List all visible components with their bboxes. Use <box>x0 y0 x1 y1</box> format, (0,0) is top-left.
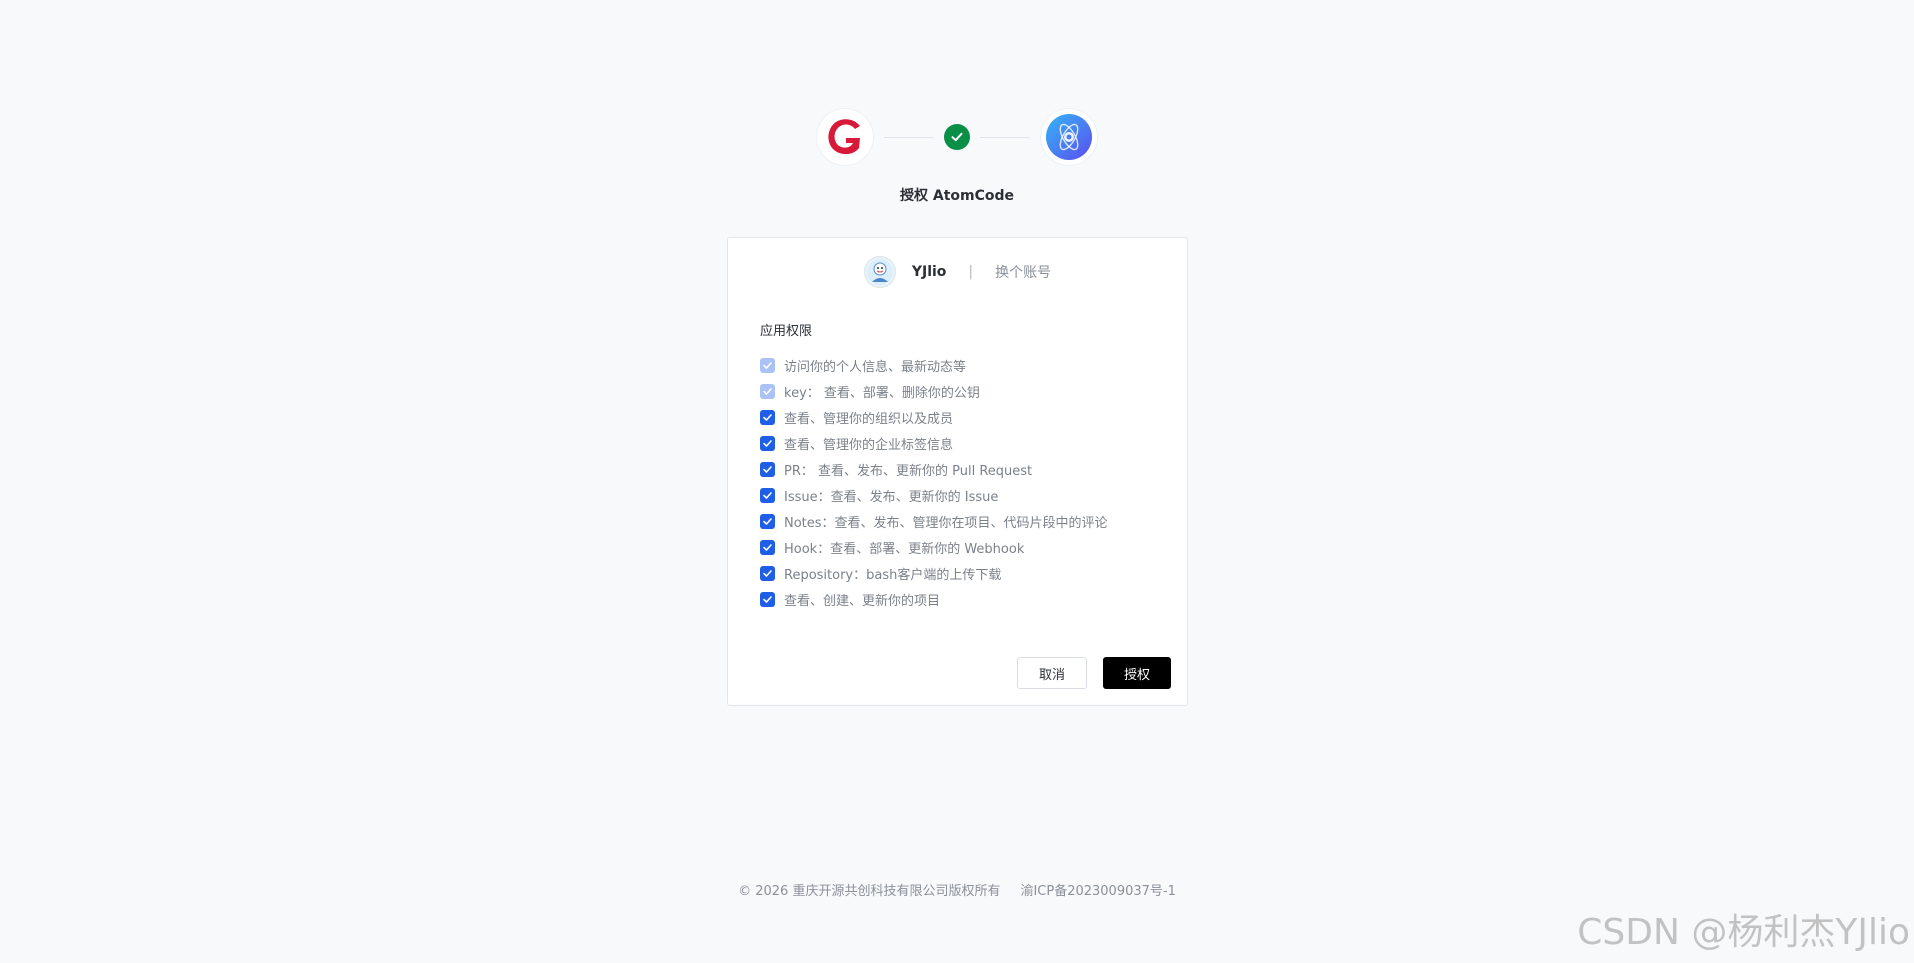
permission-checkbox <box>760 383 775 399</box>
permission-checkbox[interactable] <box>760 461 775 477</box>
permissions-list: 访问你的个人信息、最新动态等 key： 查看、部署、删除你的公钥 查看、管理你的… <box>760 352 1108 612</box>
account-row: YJlio | 换个账号 <box>728 256 1187 288</box>
connector-line-right <box>980 136 1030 138</box>
switch-account-link[interactable]: 换个账号 <box>995 262 1051 282</box>
avatar <box>863 256 896 288</box>
page-title: 授权 AtomCode <box>899 188 1015 204</box>
oauth-authorize-page: 授权 AtomCode YJlio | 换个账号 应用权限 访问你的个人信息、最… <box>0 0 1914 963</box>
permission-label: Issue：查看、发布、更新你的 Issue <box>784 489 999 505</box>
permission-checkbox[interactable] <box>760 513 775 529</box>
permission-item[interactable]: 查看、创建、更新你的项目 <box>760 586 1108 612</box>
permission-label: Notes：查看、发布、管理你在项目、代码片段中的评论 <box>784 515 1108 531</box>
cancel-button[interactable]: 取消 <box>1017 657 1087 689</box>
footer: © 2026 重庆开源共创科技有限公司版权所有 渝ICP备2023009037号… <box>0 880 1914 899</box>
permission-checkbox[interactable] <box>760 435 775 451</box>
authorization-card: YJlio | 换个账号 应用权限 访问你的个人信息、最新动态等 key： 查看… <box>727 237 1188 706</box>
gitcode-logo <box>816 108 874 166</box>
atomcode-logo <box>1040 108 1098 166</box>
icp-link[interactable]: 渝ICP备2023009037号-1 <box>1020 880 1175 899</box>
permission-label: 查看、管理你的企业标签信息 <box>784 437 954 453</box>
permission-checkbox[interactable] <box>760 591 775 607</box>
permission-item[interactable]: Repository：bash客户端的上传下载 <box>760 560 1108 586</box>
permission-checkbox[interactable] <box>760 409 775 425</box>
check-icon <box>944 124 970 150</box>
permission-label: PR： 查看、发布、更新你的 Pull Request <box>784 463 1033 479</box>
watermark: CSDN @杨利杰YJlio <box>1577 912 1910 953</box>
copyright-text: © 2026 重庆开源共创科技有限公司版权所有 <box>738 884 1001 899</box>
permission-item: key： 查看、部署、删除你的公钥 <box>760 378 1108 404</box>
permission-label: 查看、创建、更新你的项目 <box>784 593 941 609</box>
permission-item[interactable]: PR： 查看、发布、更新你的 Pull Request <box>760 456 1108 482</box>
permission-item[interactable]: Hook：查看、部署、更新你的 Webhook <box>760 534 1108 560</box>
app-connection-header <box>0 108 1914 166</box>
authorize-button[interactable]: 授权 <box>1103 657 1171 689</box>
username: YJlio <box>911 264 947 280</box>
permission-checkbox[interactable] <box>760 539 775 555</box>
permission-label: 访问你的个人信息、最新动态等 <box>784 359 967 375</box>
permission-checkbox[interactable] <box>760 487 775 503</box>
permission-item: 访问你的个人信息、最新动态等 <box>760 352 1108 378</box>
connector-line-left <box>884 136 934 138</box>
permission-label: Repository：bash客户端的上传下载 <box>784 567 1002 583</box>
permission-checkbox[interactable] <box>760 565 775 581</box>
permission-item[interactable]: 查看、管理你的组织以及成员 <box>760 404 1108 430</box>
permission-item[interactable]: Issue：查看、发布、更新你的 Issue <box>760 482 1108 508</box>
account-separator: | <box>968 264 974 280</box>
permission-label: key： 查看、部署、删除你的公钥 <box>784 385 980 401</box>
permission-item[interactable]: 查看、管理你的企业标签信息 <box>760 430 1108 456</box>
permission-label: Hook：查看、部署、更新你的 Webhook <box>784 541 1025 557</box>
permission-item[interactable]: Notes：查看、发布、管理你在项目、代码片段中的评论 <box>760 508 1108 534</box>
permission-label: 查看、管理你的组织以及成员 <box>784 411 954 427</box>
permissions-title: 应用权限 <box>760 324 813 339</box>
permission-checkbox <box>760 357 775 373</box>
